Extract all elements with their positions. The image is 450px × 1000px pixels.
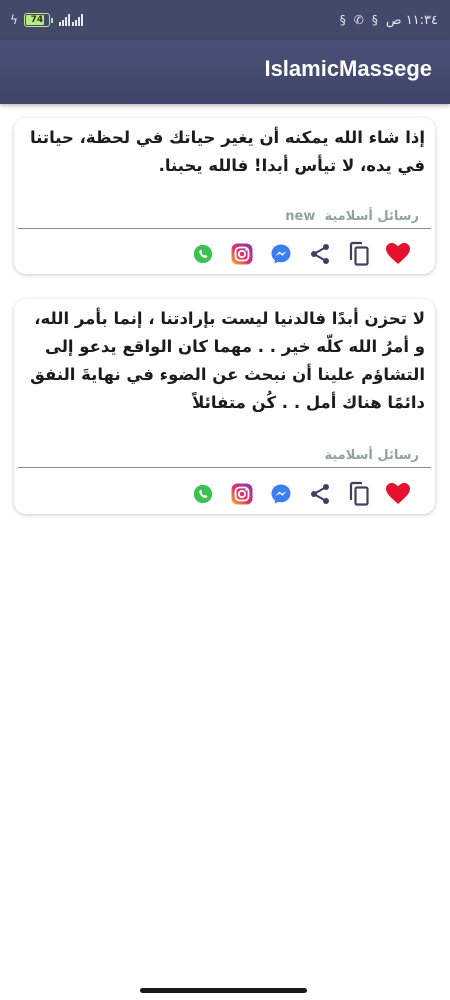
messenger-icon	[271, 484, 291, 504]
heart-icon	[386, 243, 410, 264]
message-card[interactable]: لا تحزن أبدًا فالدنيا ليست بإرادتنا ، إن…	[14, 299, 435, 514]
source-label: رسائل أسلامية	[324, 209, 419, 224]
whatsapp-button[interactable]	[190, 241, 216, 267]
battery-level: 74	[30, 15, 44, 25]
whatsapp-icon	[193, 244, 213, 264]
app-bar: IslamicMassege	[0, 40, 450, 104]
whatsapp-icon	[193, 484, 213, 504]
copy-icon	[349, 241, 369, 266]
instagram-icon	[231, 483, 253, 505]
sim-icon: §	[339, 13, 346, 27]
divider	[18, 228, 431, 229]
copy-button[interactable]	[346, 241, 372, 267]
messenger-button[interactable]	[268, 481, 294, 507]
signal-icon	[58, 14, 83, 26]
charging-icon: ϟ	[10, 13, 18, 27]
copy-button[interactable]	[346, 481, 372, 507]
message-meta: رسائل أسلامية	[30, 444, 419, 463]
messenger-button[interactable]	[268, 241, 294, 267]
home-indicator[interactable]	[140, 988, 307, 993]
instagram-button[interactable]	[229, 481, 255, 507]
action-bar	[190, 240, 424, 268]
message-text: إذا شاء الله يمكنه أن يغير حياتك في لحظة…	[29, 128, 425, 175]
copy-icon	[349, 481, 369, 506]
divider	[18, 467, 431, 468]
status-left: ϟ 74	[10, 10, 83, 30]
message-meta: رسائل أسلامية new	[30, 205, 419, 224]
share-button[interactable]	[307, 241, 333, 267]
whatsapp-button[interactable]	[190, 481, 216, 507]
battery-icon: 74	[23, 13, 50, 27]
new-badge: new	[285, 209, 316, 224]
sim-icon: §	[371, 13, 378, 27]
action-bar	[190, 480, 424, 508]
status-bar: ϟ 74 § ✆ § ١١:٣٤ ص	[0, 0, 450, 40]
message-text: لا تحزن أبدًا فالدنيا ليست بإرادتنا ، إن…	[30, 309, 425, 412]
message-card[interactable]: إذا شاء الله يمكنه أن يغير حياتك في لحظة…	[14, 118, 435, 274]
favorite-button[interactable]	[385, 481, 411, 507]
app-title: IslamicMassege	[264, 56, 432, 81]
favorite-button[interactable]	[385, 241, 411, 267]
instagram-button[interactable]	[229, 241, 255, 267]
source-label: رسائل أسلامية	[324, 448, 419, 463]
heart-icon	[386, 483, 410, 504]
status-right: § ✆ § ١١:٣٤ ص	[340, 10, 438, 30]
status-time: ١١:٣٤ ص	[385, 12, 438, 28]
share-button[interactable]	[307, 481, 333, 507]
share-icon	[311, 244, 329, 264]
instagram-icon	[231, 243, 253, 265]
vibrate-icon: ✆	[353, 13, 364, 27]
battery-tip	[50, 17, 53, 23]
messenger-icon	[271, 244, 291, 264]
share-icon	[311, 484, 329, 504]
